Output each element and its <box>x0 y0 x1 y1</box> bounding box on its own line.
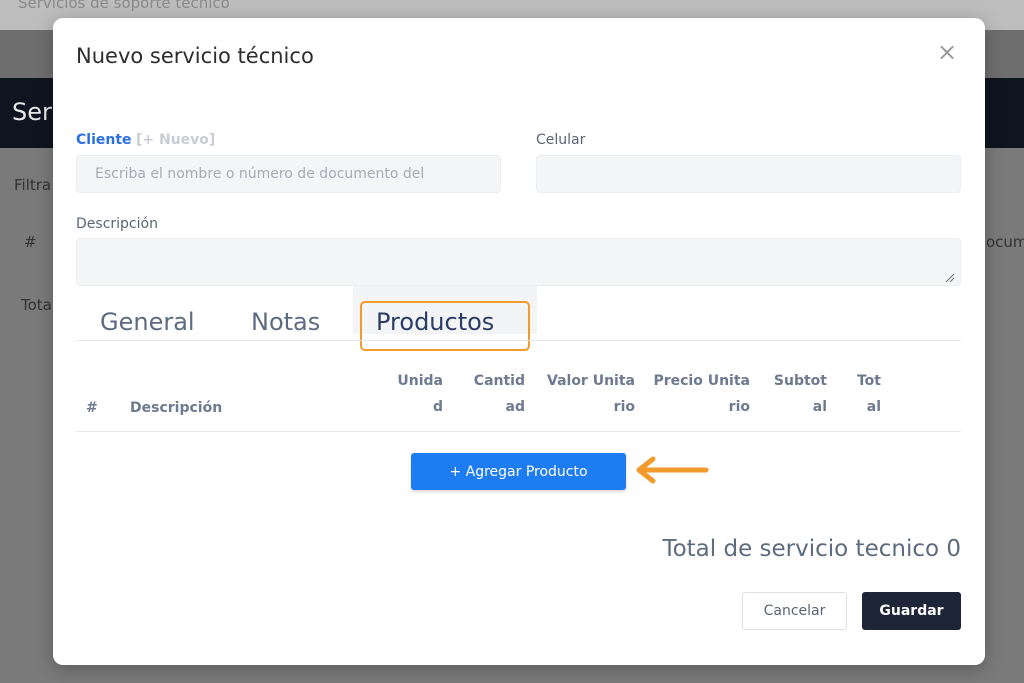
arrow-left-icon <box>636 456 709 484</box>
tab-highlight-box <box>360 301 530 351</box>
background-column-cut: ocum <box>986 233 1024 251</box>
background-page-title: Ser <box>12 98 52 126</box>
column-header-description: Descripción <box>130 400 223 416</box>
background-hash: # <box>24 233 37 251</box>
cancel-button[interactable]: Cancelar <box>742 592 847 630</box>
background-total-label: Tota <box>21 296 52 314</box>
tab-notas[interactable]: Notas <box>251 308 320 336</box>
resize-handle-icon[interactable] <box>945 273 955 283</box>
column-header-quantity: Cantid ad <box>473 373 525 415</box>
add-product-button[interactable]: + Agregar Producto <box>411 453 626 490</box>
modal-title: Nuevo servicio técnico <box>76 44 314 68</box>
table-header-divider <box>76 431 961 432</box>
client-label-group: Cliente [+ Nuevo] <box>76 132 215 148</box>
save-button[interactable]: Guardar <box>862 592 961 630</box>
background-filter-label: Filtra <box>14 176 52 194</box>
description-textarea[interactable] <box>76 238 961 286</box>
column-header-unit-price: Precio Unita rio <box>653 373 750 415</box>
service-total: Total de servicio tecnico 0 <box>662 536 961 562</box>
phone-input[interactable] <box>536 155 961 193</box>
column-header-subtotal: Subtot al <box>773 373 827 415</box>
new-client-link[interactable]: [+ Nuevo] <box>136 132 215 148</box>
new-service-modal: Nuevo servicio técnico × Cliente [+ Nuev… <box>53 18 985 665</box>
tab-general[interactable]: General <box>100 308 195 336</box>
column-header-number: # <box>86 400 98 416</box>
client-label: Cliente <box>76 132 132 148</box>
description-label: Descripción <box>76 216 158 232</box>
phone-label: Celular <box>536 132 586 148</box>
background-topbar-text: Servicios de soporte técnico <box>18 0 230 12</box>
client-search-input[interactable] <box>76 155 501 193</box>
column-header-unit-value: Valor Unita rio <box>547 373 635 415</box>
column-header-unit: Unida d <box>397 373 443 415</box>
column-header-total: Tot al <box>856 373 881 415</box>
tabs-divider <box>76 340 961 341</box>
close-icon[interactable]: × <box>937 40 957 64</box>
